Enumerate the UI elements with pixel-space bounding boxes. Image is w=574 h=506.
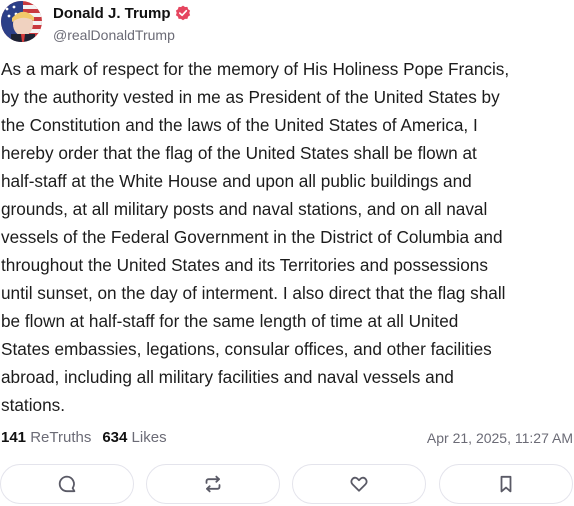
body-line: States embassies, legations, consular of… — [1, 339, 492, 359]
verified-badge-icon — [175, 5, 191, 21]
reply-button[interactable] — [0, 464, 134, 504]
likes-count: 634 — [102, 429, 128, 446]
bookmark-button[interactable] — [439, 464, 573, 504]
bookmark-icon — [500, 475, 512, 493]
name-row: Donald J. Trump — [53, 3, 191, 23]
body-line: vessels of the Federal Government in the… — [1, 227, 503, 247]
body-line: hereby order that the flag of the United… — [1, 143, 477, 163]
body-line: grounds, at all military posts and naval… — [1, 199, 488, 219]
comment-icon — [58, 475, 76, 493]
body-line: stations. — [1, 395, 66, 415]
repost-icon — [205, 475, 221, 493]
body-line: the Constitution and the laws of the Uni… — [1, 115, 478, 135]
body-line: As a mark of respect for the memory of H… — [1, 59, 510, 79]
body-line: half-staff at the White House and upon a… — [1, 171, 472, 191]
handle[interactable]: @realDonaldTrump — [53, 27, 191, 43]
retruths-stat[interactable]: 141 ReTruths — [1, 429, 91, 446]
retruths-count: 141 — [1, 429, 27, 446]
display-name[interactable]: Donald J. Trump — [53, 5, 171, 22]
action-bar — [0, 464, 574, 506]
author-info: Donald J. Trump @realDonaldTrump — [53, 3, 191, 43]
avatar-image — [1, 1, 42, 42]
heart-icon — [350, 476, 368, 492]
truth-post: Donald J. Trump @realDonaldTrump As a ma… — [0, 0, 574, 505]
body-line: until sunset, on the day of interment. I… — [1, 283, 506, 303]
avatar[interactable] — [1, 1, 42, 42]
engagement-counts: 141 ReTruths 634 Likes — [1, 428, 167, 448]
likes-stat[interactable]: 634 Likes — [102, 429, 166, 446]
like-button[interactable] — [292, 464, 426, 504]
timestamp[interactable]: Apr 21, 2025, 11:27 AM — [427, 428, 573, 448]
likes-label: Likes — [131, 429, 167, 446]
post-body: As a mark of respect for the memory of H… — [1, 55, 569, 419]
body-line: be flown at half-staff for the same leng… — [1, 311, 459, 331]
body-line: abroad, including all military facilitie… — [1, 367, 454, 387]
body-line: throughout the United States and its Ter… — [1, 255, 488, 275]
retruths-label: ReTruths — [30, 429, 92, 446]
body-line: by the authority vested in me as Preside… — [1, 87, 500, 107]
post-header: Donald J. Trump @realDonaldTrump — [0, 0, 574, 48]
post-stats: 141 ReTruths 634 Likes Apr 21, 2025, 11:2… — [1, 428, 573, 448]
retruth-button[interactable] — [146, 464, 280, 504]
